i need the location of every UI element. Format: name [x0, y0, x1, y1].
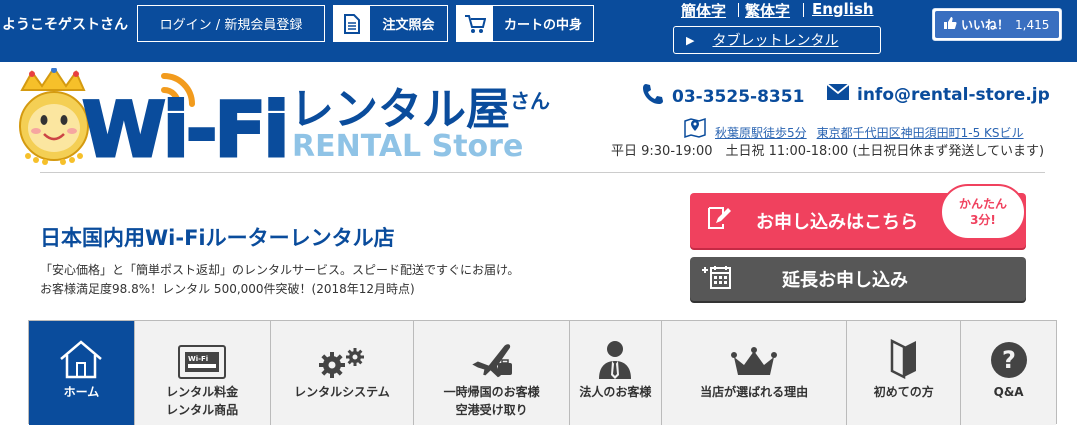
cart-label: カートの中身	[493, 6, 593, 41]
badge-line-1: かんたん	[958, 197, 1007, 211]
home-icon	[58, 321, 104, 381]
svg-text:さん: さん	[510, 89, 550, 113]
nav-rental-price[interactable]: Wi-Fi レンタル料金 レンタル商品	[134, 321, 271, 425]
welcome-text: ようこそゲストさん	[2, 17, 128, 33]
like-inner: いいね！ 1,415	[935, 11, 1059, 38]
shop-description: 「安心価格」と「簡単ポスト返却」のレンタルサービス。スピード配送ですぐにお届け。…	[40, 261, 519, 299]
svg-text:レンタル屋: レンタル屋	[290, 84, 510, 135]
thumbs-up-icon	[943, 16, 957, 33]
nav-rental-system[interactable]: レンタルシステム	[270, 321, 415, 425]
nav-label: 当店が選ばれる理由	[700, 383, 808, 401]
nav-label: 一時帰国のお客様 空港受け取り	[444, 383, 540, 419]
email-contact[interactable]: info@rental-store.jp	[826, 83, 1050, 106]
question-circle-icon: ?	[990, 321, 1028, 381]
nav-returning-customers[interactable]: 一時帰国のお客様 空港受け取り	[414, 321, 570, 425]
svg-text:Wi-Fi: Wi-Fi	[188, 355, 208, 363]
airplane-luggage-icon	[468, 321, 516, 381]
nav-label-line: ホーム	[63, 385, 100, 399]
nav-label: レンタル料金 レンタル商品	[166, 383, 238, 419]
desc-line-1: 「安心価格」と「簡単ポスト返却」のレンタルサービス。スピード配送ですぐにお届け。	[40, 263, 520, 277]
like-label: いいね！	[961, 18, 1010, 32]
business-hours: 平日 9:30-19:00 土日祝 11:00-18:00 (土日祝日休まず発送…	[611, 144, 1045, 159]
easy-3min-badge: かんたん 3分!	[940, 184, 1026, 240]
mascot-icon	[19, 66, 89, 165]
gears-icon	[316, 321, 368, 381]
phone-icon	[642, 83, 664, 110]
lang-separator	[738, 3, 739, 17]
play-arrow-icon: ▶	[686, 33, 695, 47]
extend-button[interactable]: 延長お申し込み	[690, 257, 1026, 301]
nav-label: レンタルシステム	[294, 383, 390, 401]
pen-form-icon	[706, 205, 732, 236]
address-link[interactable]: 秋葉原駅徒歩5分 東京都千代田区神田須田町1-5 KSビル	[715, 124, 1024, 141]
page: ようこそゲストさん ログイン / 新規会員登録 注文照会 カートの中身 簡体字 …	[0, 0, 1077, 432]
crown-icon	[730, 321, 778, 381]
svg-text:?: ?	[1002, 346, 1016, 374]
cart-button[interactable]: カートの中身	[456, 5, 594, 42]
lang-simplified-chinese-link[interactable]: 簡体字	[681, 0, 726, 21]
phone-number: 03-3525-8351	[672, 86, 805, 107]
nav-faq[interactable]: ? Q&A	[961, 321, 1057, 425]
document-icon	[334, 6, 370, 41]
login-register-button[interactable]: ログイン / 新規会員登録	[137, 5, 325, 42]
facebook-like-button[interactable]: いいね！ 1,415	[932, 8, 1062, 41]
nav-label-line: レンタルシステム	[294, 385, 390, 399]
site-logo[interactable]: Wi-Fi レンタル屋 さん RENTAL Store	[14, 66, 554, 178]
address-text: 東京都千代田区神田須田町1-5 KSビル	[816, 126, 1024, 140]
lang-separator	[803, 3, 804, 17]
nav-home[interactable]: ホーム	[29, 321, 135, 425]
calendar-plus-icon	[702, 264, 732, 295]
phone-contact[interactable]: 03-3525-8351	[642, 83, 804, 110]
email-address: info@rental-store.jp	[857, 84, 1050, 105]
router-device-icon: Wi-Fi	[178, 321, 227, 381]
mail-icon	[826, 83, 850, 106]
lang-english-link[interactable]: English	[812, 0, 874, 18]
address[interactable]: 秋葉原駅徒歩5分 東京都千代田区神田須田町1-5 KSビル	[683, 116, 1024, 143]
nav-label-line: 当店が選ばれる理由	[700, 385, 809, 399]
cart-icon	[457, 6, 493, 41]
beginner-mark-icon	[890, 321, 918, 381]
tablet-rental-label: タブレットレンタル	[712, 33, 839, 49]
business-person-icon	[597, 321, 633, 381]
nav-label-line: Q&A	[993, 385, 1024, 399]
nav-label-line: レンタル料金	[166, 385, 239, 399]
station-text: 秋葉原駅徒歩5分	[715, 126, 807, 140]
nav-corporate[interactable]: 法人のお客様	[569, 321, 662, 425]
order-inquiry-label: 注文照会	[370, 6, 447, 41]
nav-label: ホーム	[64, 383, 100, 401]
nav-label-line: 一時帰国のお客様	[443, 385, 540, 399]
nav-label-line: レンタル商品	[166, 403, 239, 417]
nav-label: Q&A	[994, 383, 1024, 401]
svg-text:RENTAL Store: RENTAL Store	[292, 129, 523, 164]
nav-label-line: 法人のお客様	[579, 385, 652, 399]
nav-label: 法人のお客様	[579, 383, 651, 401]
order-inquiry-button[interactable]: 注文照会	[333, 5, 448, 42]
extend-label: 延長お申し込み	[782, 270, 908, 291]
tablet-rental-button[interactable]: ▶ タブレットレンタル	[673, 26, 881, 54]
nav-label: 初めての方	[874, 383, 934, 401]
like-count: 1,415	[1015, 17, 1050, 32]
nav-label-line: 初めての方	[873, 385, 934, 399]
shop-title: 日本国内用Wi-Fiルーターレンタル店	[40, 226, 395, 250]
nav-why-choose[interactable]: 当店が選ばれる理由	[661, 321, 848, 425]
svg-text:Wi-Fi: Wi-Fi	[82, 85, 286, 174]
apply-label: お申し込みはこちら	[756, 211, 918, 233]
map-pin-icon	[683, 116, 707, 143]
nav-label-line: 空港受け取り	[455, 403, 528, 417]
top-bar: ようこそゲストさん ログイン / 新規会員登録 注文照会 カートの中身 簡体字 …	[0, 0, 1077, 62]
nav-first-time[interactable]: 初めての方	[847, 321, 962, 425]
lang-traditional-chinese-link[interactable]: 繁体字	[745, 0, 790, 21]
header-divider	[40, 172, 1045, 173]
badge-line-2: 3分!	[970, 213, 996, 227]
main-nav: ホーム Wi-Fi レンタル料金 レンタル商品 レンタルシステム 一時帰国のお客…	[28, 320, 1057, 425]
desc-line-2: お客様満足度98.8%！レンタル 500,000件突破！(2018年12月時点)	[40, 282, 415, 296]
logo-graphic: Wi-Fi レンタル屋 さん RENTAL Store	[19, 66, 550, 176]
